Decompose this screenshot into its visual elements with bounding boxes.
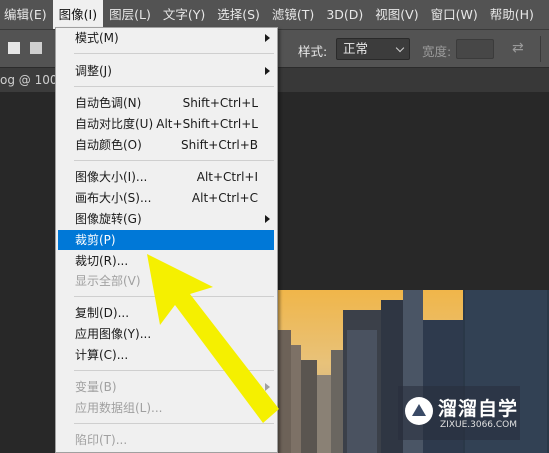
menu-layer[interactable]: 图层(L): [103, 0, 157, 29]
submenu-arrow-icon: [265, 67, 270, 75]
menu-3d[interactable]: 3D(D): [320, 0, 369, 29]
menu-divider: [74, 370, 274, 371]
menu-item-trim[interactable]: 裁切(R)...: [58, 251, 274, 271]
swap-icon[interactable]: ⇄: [512, 40, 524, 56]
menu-item-apply-image[interactable]: 应用图像(Y)...: [58, 324, 274, 344]
menu-item-auto-tone[interactable]: 自动色调(N) Shift+Ctrl+L: [58, 93, 274, 113]
menu-bar: 编辑(E) 图像(I) 图层(L) 文字(Y) 选择(S) 滤镜(T) 3D(D…: [0, 0, 549, 29]
submenu-arrow-icon: [265, 34, 270, 42]
watermark-logo-icon: [405, 397, 433, 425]
menu-select[interactable]: 选择(S): [211, 0, 266, 29]
submenu-arrow-icon: [265, 215, 270, 223]
document-tab[interactable]: og @ 100%: [0, 68, 60, 92]
menu-item-apply-data-set[interactable]: 应用数据组(L)...: [58, 398, 274, 418]
watermark: 溜溜自学 ZIXUE.3066.COM: [398, 386, 520, 440]
menu-view[interactable]: 视图(V): [369, 0, 424, 29]
style-select[interactable]: 正常: [336, 38, 410, 60]
width-label: 宽度:: [422, 44, 452, 59]
selection-mode-new-icon[interactable]: [8, 42, 20, 54]
submenu-arrow-icon: [265, 383, 270, 391]
menu-divider: [74, 86, 274, 87]
menu-window[interactable]: 窗口(W): [425, 0, 484, 29]
menu-divider: [74, 423, 274, 424]
menu-item-variables[interactable]: 变量(B): [58, 377, 274, 397]
menu-item-image-rotation[interactable]: 图像旋转(G): [58, 209, 274, 229]
menu-item-mode[interactable]: 模式(M): [58, 28, 274, 48]
menu-item-duplicate[interactable]: 复制(D)...: [58, 303, 274, 323]
watermark-title: 溜溜自学: [438, 398, 519, 420]
menu-type[interactable]: 文字(Y): [157, 0, 211, 29]
menu-item-auto-contrast[interactable]: 自动对比度(U) Alt+Shift+Ctrl+L: [58, 114, 274, 134]
selection-mode-add-icon[interactable]: [30, 42, 42, 54]
menu-divider: [74, 53, 274, 54]
menu-help[interactable]: 帮助(H): [484, 0, 540, 29]
options-divider: [540, 36, 541, 62]
menu-item-trap[interactable]: 陷印(T)...: [58, 430, 274, 450]
style-select-value: 正常: [343, 41, 369, 56]
style-label: 样式:: [298, 44, 328, 59]
menu-item-crop[interactable]: 裁剪(P): [58, 230, 274, 250]
menu-item-reveal-all[interactable]: 显示全部(V): [58, 271, 274, 291]
menu-divider: [74, 296, 274, 297]
watermark-subtitle: ZIXUE.3066.COM: [440, 420, 518, 430]
width-input[interactable]: [456, 39, 494, 59]
menu-image[interactable]: 图像(I): [52, 0, 104, 29]
image-menu-dropdown: 模式(M) 调整(J) 自动色调(N) Shift+Ctrl+L 自动对比度(U…: [55, 27, 278, 453]
menu-edit[interactable]: 编辑(E): [0, 0, 53, 29]
menu-filter[interactable]: 滤镜(T): [266, 0, 320, 29]
chevron-down-icon: [395, 43, 405, 53]
menu-item-adjustments[interactable]: 调整(J): [58, 61, 274, 81]
menu-item-calculations[interactable]: 计算(C)...: [58, 345, 274, 365]
menu-item-canvas-size[interactable]: 画布大小(S)... Alt+Ctrl+C: [58, 188, 274, 208]
menu-item-image-size[interactable]: 图像大小(I)... Alt+Ctrl+I: [58, 167, 274, 187]
menu-divider: [74, 160, 274, 161]
menu-item-auto-color[interactable]: 自动颜色(O) Shift+Ctrl+B: [58, 135, 274, 155]
